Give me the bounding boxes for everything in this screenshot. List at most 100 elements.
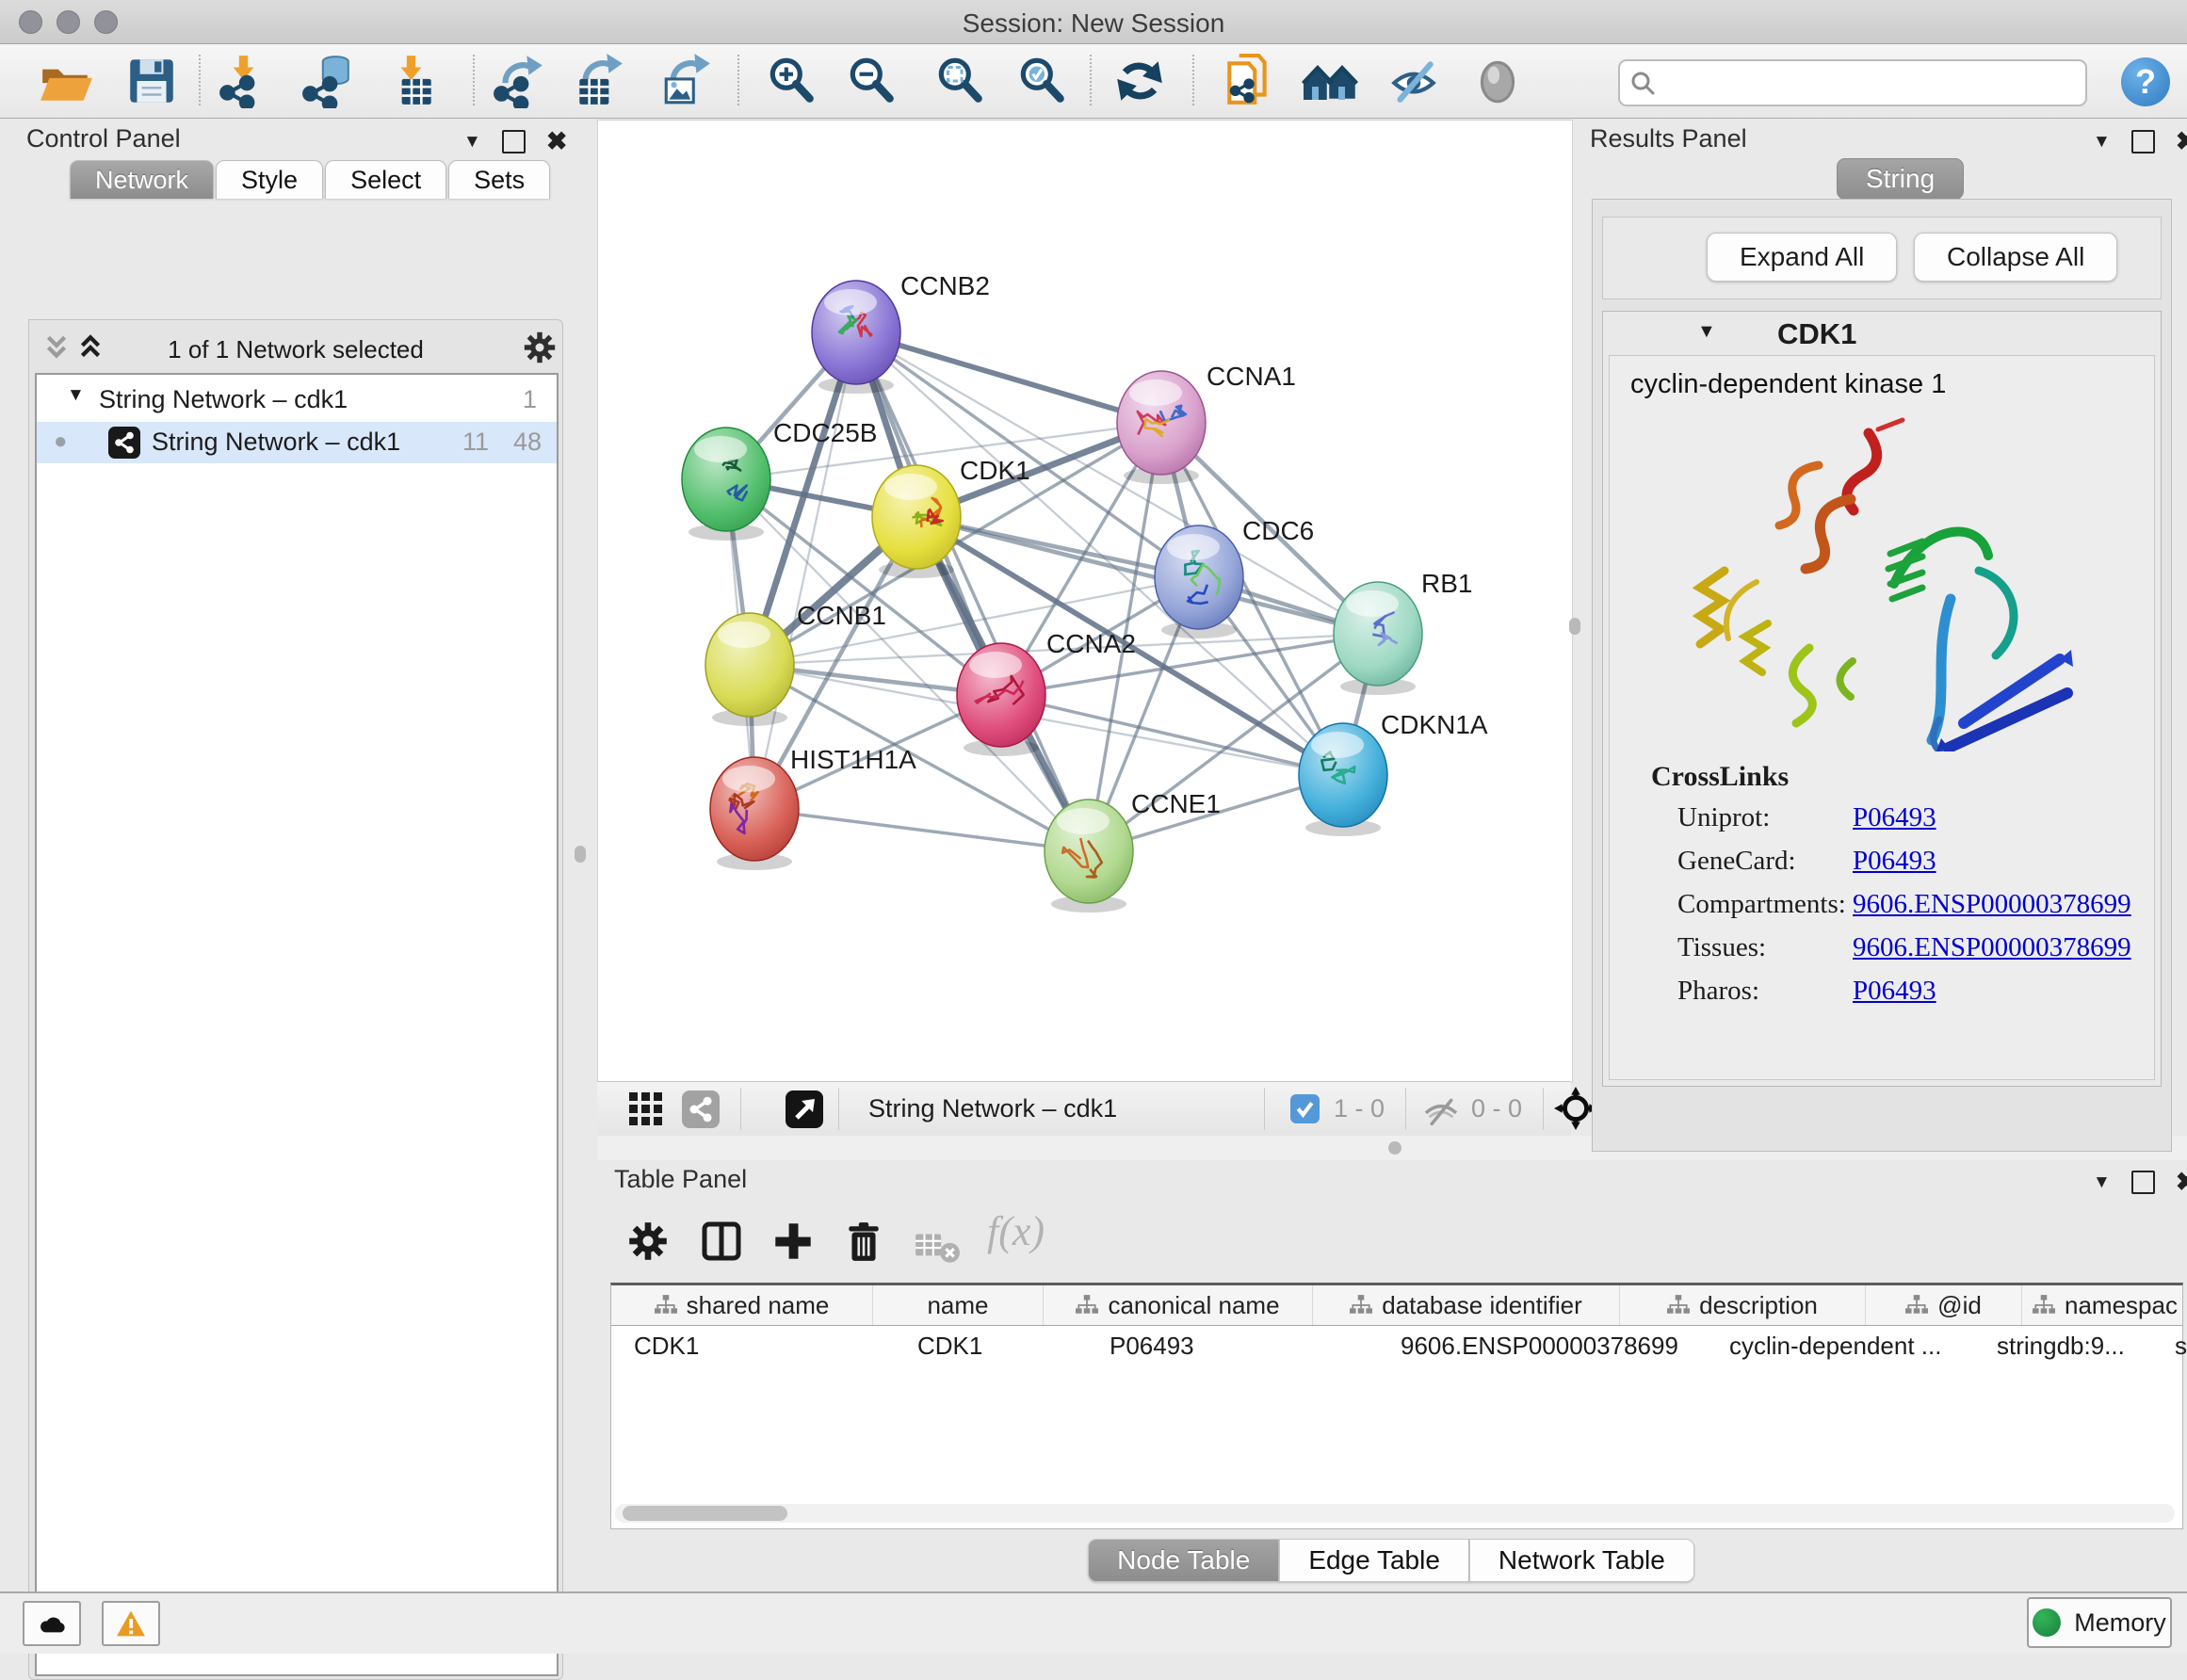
node-CDKN1A[interactable]: [1299, 723, 1387, 836]
delete-column-trash-icon[interactable]: [844, 1220, 883, 1264]
window-title: Session: New Session: [0, 8, 2187, 39]
column-header-shared-name[interactable]: shared name: [611, 1285, 873, 1325]
gene-expander-icon[interactable]: ▼: [1697, 321, 1716, 343]
create-column-plus-icon[interactable]: [772, 1220, 814, 1262]
tab-style[interactable]: Style: [216, 160, 323, 199]
show-all-button[interactable]: [1469, 54, 1526, 108]
import-network-from-file-button[interactable]: [216, 54, 272, 108]
warnings-button[interactable]: [102, 1601, 160, 1646]
node-label-CDC6: CDC6: [1242, 516, 1314, 545]
table-cell: stringdb:9...: [1974, 1326, 2152, 1365]
tab-network[interactable]: Network: [70, 160, 214, 199]
network-view-toolbar: String Network – cdk1 1 - 0 0 - 0: [597, 1081, 1571, 1137]
share-view-icon[interactable]: [682, 1090, 720, 1128]
node-CDC25B[interactable]: [682, 428, 770, 541]
tab-node-table[interactable]: Node Table: [1088, 1539, 1279, 1582]
table-panel-title: Table Panel: [614, 1165, 747, 1194]
panel-menu-icon[interactable]: ▼: [2093, 132, 2111, 153]
first-neighbors-button[interactable]: [1300, 54, 1360, 108]
control-panel: Control Panel ▼ ✖ NetworkStyleSelectSets…: [8, 120, 561, 1564]
warning-icon: [115, 1609, 147, 1638]
node-HIST1H1A[interactable]: [710, 757, 799, 870]
string-results-tab[interactable]: String: [1837, 158, 1964, 200]
column-header-canonical-name[interactable]: canonical name: [1044, 1285, 1313, 1325]
panel-menu-icon[interactable]: ▼: [2093, 1172, 2111, 1193]
table-options-gear-icon[interactable]: [627, 1220, 669, 1262]
zoom-fit-button[interactable]: [932, 54, 988, 108]
column-header--id[interactable]: @id: [1866, 1285, 2022, 1325]
cloud-button[interactable]: [23, 1601, 81, 1646]
table-row[interactable]: CDK1CDK1P064939606.ENSP00000378699cyclin…: [611, 1326, 2182, 1365]
apply-preferred-layout-button[interactable]: [1111, 54, 1168, 108]
column-header-description[interactable]: description: [1620, 1285, 1866, 1325]
birdseye-view-icon[interactable]: [786, 1090, 823, 1128]
show-columns-icon[interactable]: [701, 1220, 742, 1262]
tab-select[interactable]: Select: [325, 160, 446, 199]
save-session-button[interactable]: [123, 54, 180, 108]
zoom-out-button[interactable]: [843, 54, 899, 108]
crosslink-link[interactable]: P06493: [1853, 846, 1936, 877]
panel-float-icon[interactable]: [2131, 1171, 2155, 1194]
panel-float-icon[interactable]: [2131, 130, 2155, 153]
network-row[interactable]: ● String Network – cdk1 11 48: [37, 422, 557, 463]
panel-close-icon[interactable]: ✖: [2176, 127, 2187, 156]
node-CCNB1[interactable]: [705, 613, 794, 726]
help-button[interactable]: ?: [2121, 57, 2170, 106]
network-canvas[interactable]: CCNB2CCNA1CDC25BCDK1CDC6RB1CCNB1CCNA2CDK…: [597, 120, 1573, 1083]
table-hscrollbar[interactable]: [615, 1504, 2175, 1523]
zoom-selected-button[interactable]: [1013, 54, 1070, 108]
panel-close-icon[interactable]: ✖: [546, 127, 568, 156]
network-collection-row[interactable]: ▼ String Network – cdk1 1: [37, 380, 557, 422]
new-network-from-selection-button[interactable]: [1220, 54, 1276, 108]
search-input[interactable]: [1663, 63, 2072, 101]
tab-sets[interactable]: Sets: [448, 160, 550, 199]
edge-CCNB2-CCNA1[interactable]: [856, 332, 1161, 423]
search-field[interactable]: [1618, 59, 2087, 106]
tab-network-table[interactable]: Network Table: [1469, 1539, 1694, 1582]
gene-description: cyclin-dependent kinase 1: [1630, 369, 1946, 400]
crosslink-link[interactable]: P06493: [1853, 976, 1936, 1007]
panel-close-icon[interactable]: ✖: [2176, 1168, 2187, 1197]
export-image-button[interactable]: [658, 54, 715, 108]
export-network-button[interactable]: [491, 54, 547, 108]
collection-expander-icon[interactable]: ▼: [67, 385, 85, 406]
edge-HIST1H1A-CCNE1[interactable]: [754, 809, 1089, 851]
column-header-namespac[interactable]: namespac: [2022, 1285, 2187, 1325]
export-table-button[interactable]: [571, 54, 627, 108]
node-label-CDC25B: CDC25B: [773, 418, 877, 447]
open-session-button[interactable]: [38, 54, 94, 108]
expand-all-button[interactable]: Expand All: [1707, 233, 1897, 282]
crosslinks-block: CrossLinks Uniprot:P06493GeneCard:P06493…: [1610, 761, 2154, 1019]
splitter-handle[interactable]: [1388, 1141, 1401, 1155]
column-header-database-identifier[interactable]: database identifier: [1313, 1285, 1620, 1325]
table-cell: P06493: [1087, 1326, 1378, 1365]
crosslink-link[interactable]: 9606.ENSP00000378699: [1853, 932, 2131, 963]
collection-label: String Network – cdk1: [99, 385, 348, 414]
collapse-all-button[interactable]: Collapse All: [1914, 233, 2117, 282]
import-table-from-file-button[interactable]: [383, 54, 440, 108]
table-cell: CDK1: [611, 1326, 895, 1365]
node-CCNA1[interactable]: [1117, 371, 1206, 484]
column-header-name[interactable]: name: [873, 1285, 1044, 1325]
results-buttons-box: Expand All Collapse All: [1602, 217, 2162, 299]
network-label: String Network – cdk1: [152, 428, 400, 457]
panel-menu-icon[interactable]: ▼: [463, 132, 481, 153]
hscrollbar-thumb[interactable]: [623, 1506, 787, 1521]
tab-edge-table[interactable]: Edge Table: [1279, 1539, 1469, 1582]
node-CCNE1[interactable]: [1045, 800, 1133, 913]
hide-selection-button[interactable]: [1385, 54, 1442, 108]
zoom-in-button[interactable]: [763, 54, 819, 108]
node-RB1[interactable]: [1334, 582, 1422, 695]
attribute-type-icon: [1076, 1295, 1098, 1316]
left-splitter-handle[interactable]: [575, 846, 586, 863]
import-network-from-database-button[interactable]: [300, 54, 356, 108]
crosslink-link[interactable]: 9606.ENSP00000378699: [1853, 889, 2131, 920]
crosslink-label: Pharos:: [1677, 976, 1759, 1007]
selected-nodes-checkbox-icon[interactable]: [1290, 1094, 1320, 1123]
node-CCNB2[interactable]: [812, 281, 900, 394]
grid-view-icon[interactable]: [627, 1090, 665, 1128]
panel-float-icon[interactable]: [502, 130, 526, 153]
memory-button[interactable]: Memory: [2027, 1597, 2172, 1648]
network-options-gear-icon[interactable]: [523, 331, 557, 364]
crosslink-link[interactable]: P06493: [1853, 802, 1936, 833]
